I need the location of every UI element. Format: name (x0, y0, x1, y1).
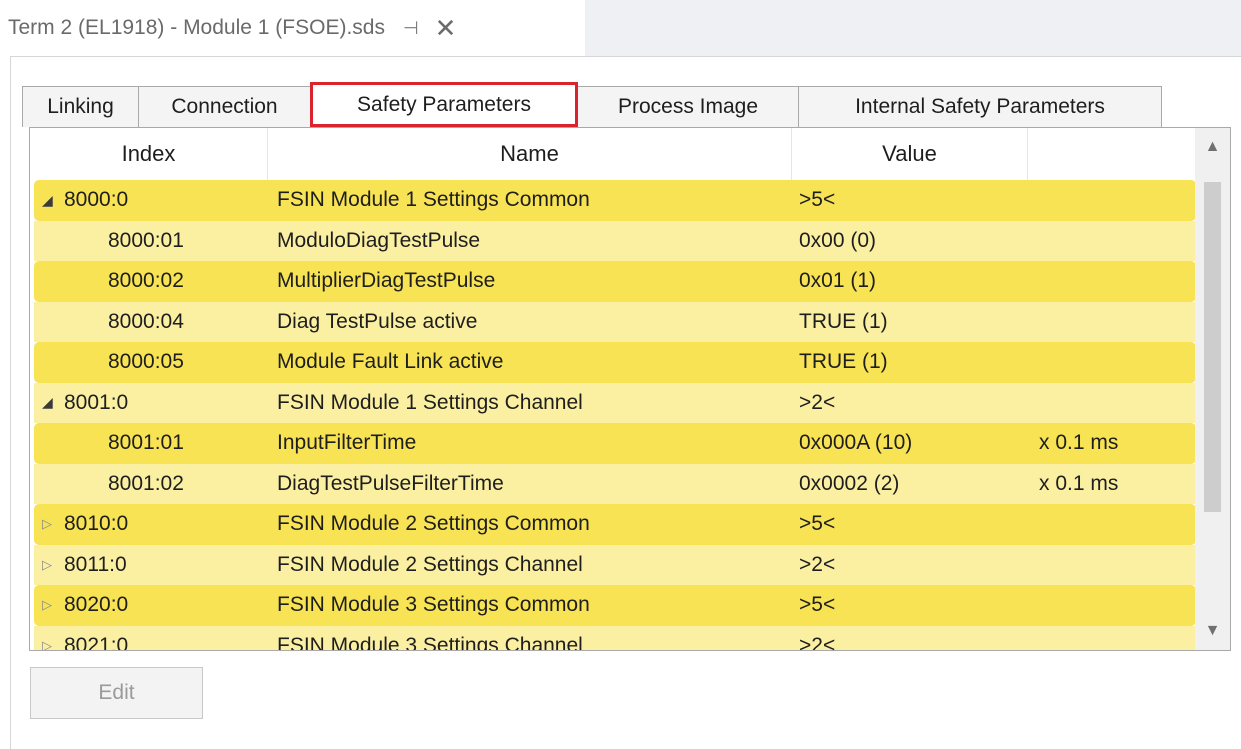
table-row[interactable]: 8000:05 Module Fault Link active TRUE (1… (34, 342, 1196, 383)
row-name: FSIN Module 2 Settings Common (277, 512, 590, 536)
row-value: >5< (799, 593, 836, 617)
column-header-value[interactable]: Value (792, 128, 1028, 180)
tab-connection[interactable]: Connection (138, 86, 311, 127)
table-row[interactable]: ◢ 8001:0 FSIN Module 1 Settings Channel >… (34, 382, 1196, 423)
tab-label: Safety Parameters (357, 92, 531, 116)
tab-linking[interactable]: Linking (22, 86, 139, 127)
pin-icon[interactable]: ⊣ (403, 18, 419, 39)
row-unit: x 0.1 ms (1039, 431, 1119, 455)
table-row[interactable]: 8001:02 DiagTestPulseFilterTime 0x0002 (… (34, 463, 1196, 504)
row-name: FSIN Module 3 Settings Common (277, 593, 590, 617)
row-name: FSIN Module 3 Settings Channel (277, 633, 583, 651)
collapsed-arrow-icon[interactable]: ▷ (42, 597, 64, 613)
row-name: Diag TestPulse active (277, 309, 478, 333)
table-row[interactable]: ◢ 8000:0 FSIN Module 1 Settings Common >5… (34, 180, 1196, 221)
row-value: >5< (799, 188, 836, 212)
document-tab[interactable]: Term 2 (EL1918) - Module 1 (FSOE).sds ⊣ … (0, 0, 585, 56)
property-tabs: Linking Connection Safety Parameters Pro… (22, 82, 1162, 127)
expanded-arrow-icon[interactable]: ◢ (42, 394, 64, 411)
table-row[interactable]: ▷ 8020:0 FSIN Module 3 Settings Common >5… (34, 585, 1196, 626)
tab-internal-safety-parameters[interactable]: Internal Safety Parameters (798, 86, 1162, 127)
row-name: DiagTestPulseFilterTime (277, 471, 504, 495)
table-body: ◢ 8000:0 FSIN Module 1 Settings Common >5… (34, 180, 1196, 651)
collapsed-arrow-icon[interactable]: ▷ (42, 516, 64, 532)
column-header-name[interactable]: Name (268, 128, 792, 180)
row-value: 0x0002 (2) (799, 471, 900, 495)
document-tab-title: Term 2 (EL1918) - Module 1 (FSOE).sds (8, 16, 385, 39)
row-index: 8001:0 (64, 390, 129, 414)
row-value: TRUE (1) (799, 350, 888, 374)
expanded-arrow-icon[interactable]: ◢ (42, 192, 64, 209)
row-name: FSIN Module 2 Settings Channel (277, 552, 583, 576)
vertical-scrollbar[interactable]: ▲ ▼ (1195, 128, 1230, 650)
table-row[interactable]: 8000:02 MultiplierDiagTestPulse 0x01 (1) (34, 261, 1196, 302)
table-row[interactable]: 8001:01 InputFilterTime 0x000A (10) x 0.… (34, 423, 1196, 464)
row-index: 8020:0 (64, 593, 129, 617)
document-tab-strip: Term 2 (EL1918) - Module 1 (FSOE).sds ⊣ … (0, 0, 1241, 56)
row-index: 8000:0 (64, 188, 129, 212)
tab-label: Internal Safety Parameters (855, 95, 1105, 118)
tab-label: Linking (47, 95, 114, 118)
table-row[interactable]: 8000:04 Diag TestPulse active TRUE (1) (34, 301, 1196, 342)
row-name: Module Fault Link active (277, 350, 504, 374)
row-index: 8011:0 (64, 552, 127, 576)
scroll-down-arrow-icon[interactable]: ▼ (1195, 614, 1230, 648)
row-name: FSIN Module 1 Settings Common (277, 188, 590, 212)
row-value: >2< (799, 552, 836, 576)
scrollbar-thumb[interactable] (1204, 182, 1221, 512)
tab-label: Process Image (617, 95, 759, 118)
collapsed-arrow-icon[interactable]: ▷ (42, 638, 64, 650)
column-header-unit[interactable] (1028, 128, 1196, 180)
column-header-index[interactable]: Index (30, 128, 268, 180)
table-row[interactable]: ▷ 8011:0 FSIN Module 2 Settings Channel >… (34, 544, 1196, 585)
table-row[interactable]: ▷ 8021:0 FSIN Module 3 Settings Channel >… (34, 625, 1196, 651)
table-row[interactable]: ▷ 8010:0 FSIN Module 2 Settings Common >5… (34, 504, 1196, 545)
table-row[interactable]: 8000:01 ModuloDiagTestPulse 0x00 (0) (34, 220, 1196, 261)
row-value: >2< (799, 390, 836, 414)
close-icon[interactable]: ✕ (435, 15, 457, 41)
row-value: 0x00 (0) (799, 228, 877, 252)
row-value: >5< (799, 512, 836, 536)
row-value: TRUE (1) (799, 309, 888, 333)
row-name: MultiplierDiagTestPulse (277, 269, 496, 293)
parameter-table: Index Name Value ◢ 8000:0 FSIN Module 1 S… (29, 127, 1231, 651)
row-name: FSIN Module 1 Settings Channel (277, 390, 583, 414)
tab-label: Connection (171, 95, 278, 118)
row-value: 0x01 (1) (799, 269, 877, 293)
tab-safety-parameters[interactable]: Safety Parameters (310, 82, 578, 127)
collapsed-arrow-icon[interactable]: ▷ (42, 557, 64, 573)
row-value: >2< (799, 633, 836, 651)
edit-button[interactable]: Edit (30, 667, 203, 719)
scroll-up-arrow-icon[interactable]: ▲ (1195, 130, 1230, 164)
tab-process-image[interactable]: Process Image (577, 86, 799, 127)
row-name: ModuloDiagTestPulse (277, 228, 481, 252)
table-header: Index Name Value (30, 128, 1196, 180)
row-unit: x 0.1 ms (1039, 471, 1119, 495)
row-index: 8021:0 (64, 633, 129, 651)
row-index: 8010:0 (64, 512, 129, 536)
row-value: 0x000A (10) (799, 431, 913, 455)
row-name: InputFilterTime (277, 431, 417, 455)
